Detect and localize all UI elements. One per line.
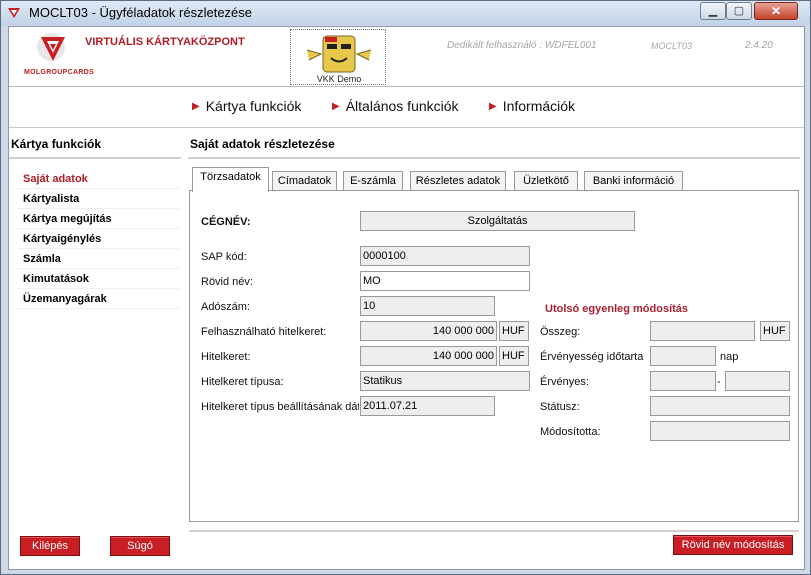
balance-section-title: Utolsó egyenleg módosítás <box>545 303 689 315</box>
client-area: MOLGROUPCARDS VIRTUÁLIS KÁRTYAKÖZPONT VK… <box>8 26 805 570</box>
tax-number-label: Adószám: <box>201 301 250 313</box>
available-credit-field: 140 000 000 <box>360 321 497 341</box>
exit-button[interactable]: Kilépés <box>20 536 80 556</box>
credit-limit-field: 140 000 000 <box>360 346 497 366</box>
app-icon <box>8 8 20 18</box>
menu-item-card-renewal[interactable]: Kártya megújítás <box>17 209 179 229</box>
left-pane-heading: Kártya funkciók <box>11 137 102 151</box>
menu-item-reports[interactable]: Kimutatások <box>17 269 179 289</box>
credit-type-date-field: 2011.07.21 <box>360 396 495 416</box>
mascot-label: VKK Demo <box>316 74 362 84</box>
credit-type-label: Hitelkeret típusa: <box>201 376 284 388</box>
title-bar[interactable]: MOCLT03 - Ügyféladatok részletezése ▁ ▢ … <box>1 1 810 25</box>
credit-limit-label: Hitelkeret: <box>201 351 251 363</box>
bottom-bar: Rövid név módosítás <box>189 530 799 556</box>
maximize-button[interactable]: ▢ <box>726 2 752 20</box>
menu-item-invoice[interactable]: Számla <box>17 249 179 269</box>
user-info: Dedikált felhasználó : WDFEL001 <box>447 40 597 51</box>
validity-unit: nap <box>720 351 739 363</box>
mascot-logo: VKK Demo <box>290 29 386 85</box>
credit-type-date-label: Hitelkeret típus beállításának dátu <box>201 401 359 413</box>
app-title: VIRTUÁLIS KÁRTYAKÖZPONT <box>85 36 245 48</box>
modify-short-name-button[interactable]: Rövid név módosítás <box>673 535 793 555</box>
modified-by-label: Módosította: <box>540 426 601 438</box>
status-field <box>650 396 790 416</box>
sap-code-field: 0000100 <box>360 246 530 266</box>
arrow-right-icon: ▶ <box>489 101 497 112</box>
window-title: MOCLT03 - Ügyféladatok részletezése <box>29 5 253 20</box>
master-data-panel: CÉGNÉV: Szolgáltatás SAP kód: 0000100 Rö… <box>189 190 799 522</box>
modified-by-field <box>650 421 790 441</box>
status-label: Státusz: <box>540 401 580 413</box>
main-nav: ▶ Kártya funkciók ▶ Általános funkciók ▶ In… <box>9 88 804 128</box>
mascot-card-icon <box>306 35 372 73</box>
menu-item-card-request[interactable]: Kártyaigénylés <box>17 229 179 249</box>
version-label: 2.4.20 <box>745 40 773 51</box>
company-label: CÉGNÉV: <box>201 216 251 228</box>
sap-code-label: SAP kód: <box>201 251 247 263</box>
tab-detailed-data[interactable]: Részletes adatok <box>410 171 506 191</box>
validity-period-label: Érvényesség időtarta <box>540 351 644 363</box>
arrow-right-icon: ▶ <box>192 101 200 112</box>
tab-address-data[interactable]: Címadatok <box>272 171 337 191</box>
menu-item-card-list[interactable]: Kártyalista <box>17 189 179 209</box>
app-window: MOCLT03 - Ügyféladatok részletezése ▁ ▢ … <box>0 0 811 575</box>
tab-bar: Törzsadatok Címadatok E-számla Részletes… <box>188 167 800 192</box>
nav-card-functions[interactable]: ▶ Kártya funkciók <box>192 98 301 114</box>
amount-currency: HUF <box>760 321 790 341</box>
menu-item-own-data[interactable]: Saját adatok <box>17 169 179 189</box>
tab-sales-rep[interactable]: Üzletkötő <box>514 171 578 191</box>
valid-label: Érvényes: <box>540 376 589 388</box>
app-header: MOLGROUPCARDS VIRTUÁLIS KÁRTYAKÖZPONT VK… <box>9 27 804 87</box>
valid-to-field <box>725 371 790 391</box>
credit-type-field: Statikus <box>360 371 530 391</box>
brand-name: MOLGROUPCARDS <box>24 69 95 76</box>
menu-item-fuel-prices[interactable]: Üzemanyagárak <box>17 289 179 309</box>
nav-information[interactable]: ▶ Információk <box>489 98 575 114</box>
nav-general-functions[interactable]: ▶ Általános funkciók <box>332 98 459 114</box>
nav-label: Általános funkciók <box>345 98 459 114</box>
valid-from-field <box>650 371 716 391</box>
divider <box>188 157 800 159</box>
amount-label: Összeg: <box>540 326 581 338</box>
credit-limit-currency: HUF <box>499 346 529 366</box>
amount-field <box>650 321 755 341</box>
validity-period-field <box>650 346 716 366</box>
side-menu: Saját adatok Kártyalista Kártya megújítá… <box>17 169 179 309</box>
arrow-right-icon: ▶ <box>332 101 340 112</box>
tab-master-data[interactable]: Törzsadatok <box>192 167 269 192</box>
company-field: Szolgáltatás <box>360 211 635 231</box>
short-name-label: Rövid név: <box>201 276 253 288</box>
valid-separator: - <box>717 376 721 388</box>
help-button[interactable]: Súgó <box>110 536 170 556</box>
available-credit-label: Felhasználható hitelkeret: <box>201 326 327 338</box>
tab-e-invoice[interactable]: E-számla <box>343 171 403 191</box>
page-title: Saját adatok részletezése <box>190 137 335 151</box>
left-pane: Kártya funkciók Saját adatok Kártyalista… <box>9 133 181 569</box>
nav-label: Kártya funkciók <box>205 98 302 114</box>
minimize-button[interactable]: ▁ <box>700 2 726 20</box>
tab-bank-info[interactable]: Banki információ <box>584 171 683 191</box>
right-pane: Saját adatok részletezése Törzsadatok Cí… <box>188 133 800 569</box>
divider <box>9 157 181 159</box>
available-credit-currency: HUF <box>499 321 529 341</box>
close-button[interactable]: ✕ <box>754 2 798 20</box>
screen-code: MOCLT03 <box>651 41 692 51</box>
tax-number-field: 10 <box>360 296 495 316</box>
nav-label: Információk <box>502 98 576 114</box>
short-name-input[interactable]: MO <box>360 271 530 291</box>
